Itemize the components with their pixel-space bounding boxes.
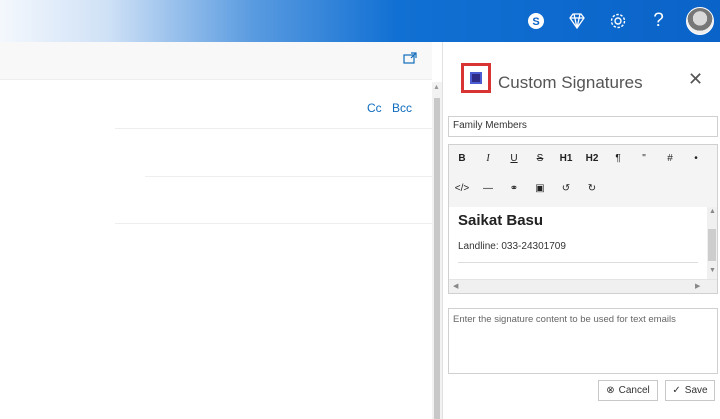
close-icon: ⊗ bbox=[606, 385, 615, 396]
editor-toolbar-row-2: </> — ⚭ ▣ ↺ ↻ bbox=[449, 175, 717, 201]
cancel-button[interactable]: ⊗ Cancel bbox=[598, 380, 658, 401]
scroll-down-icon[interactable]: ▼ bbox=[709, 267, 716, 274]
text-signature-field[interactable]: Enter the signature content to be used f… bbox=[448, 308, 718, 374]
skype-icon[interactable]: S bbox=[515, 0, 556, 42]
panel-title: Custom Signatures bbox=[498, 73, 643, 92]
editor-horizontal-scrollbar[interactable]: ◀ ▶ bbox=[449, 279, 717, 293]
undo-button[interactable]: ↺ bbox=[553, 183, 579, 194]
quote-button[interactable]: " bbox=[631, 153, 657, 164]
divider bbox=[115, 128, 432, 129]
avatar-button[interactable] bbox=[679, 0, 720, 42]
diamond-icon[interactable] bbox=[556, 0, 597, 42]
gear-icon[interactable] bbox=[597, 0, 638, 42]
bold-button[interactable]: B bbox=[449, 153, 475, 164]
custom-signatures-panel: Custom Signatures ✕ Family Members B I U… bbox=[442, 42, 720, 419]
cc-link[interactable]: Cc bbox=[367, 101, 382, 115]
top-bar: S ? bbox=[0, 0, 720, 42]
strikethrough-button[interactable]: S bbox=[527, 153, 553, 164]
scroll-right-icon[interactable]: ▶ bbox=[695, 282, 700, 290]
top-bar-icons: S ? bbox=[515, 0, 720, 42]
popout-icon[interactable] bbox=[403, 52, 417, 64]
image-button[interactable]: ▣ bbox=[527, 183, 553, 194]
check-icon: ✓ bbox=[672, 385, 681, 396]
avatar bbox=[685, 7, 714, 35]
compose-toolbar bbox=[0, 42, 432, 80]
code-button[interactable]: </> bbox=[449, 183, 475, 194]
signature-name-text: Saikat Basu bbox=[458, 212, 544, 229]
signature-app-logo bbox=[461, 63, 491, 93]
signature-content[interactable]: Saikat Basu Landline: 033-24301709 bbox=[449, 207, 707, 279]
heading1-button[interactable]: H1 bbox=[553, 153, 579, 164]
compose-scrollbar[interactable]: ▲ bbox=[432, 82, 442, 419]
signature-editor: B I U S H1 H2 ¶ " # • </> — ⚭ ▣ ↺ ↻ Saik… bbox=[448, 144, 718, 294]
divider bbox=[145, 176, 432, 177]
signature-name-field[interactable]: Family Members bbox=[448, 116, 718, 137]
bcc-link[interactable]: Bcc bbox=[392, 101, 412, 115]
cancel-label: Cancel bbox=[618, 385, 650, 396]
save-label: Save bbox=[684, 385, 708, 396]
scroll-up-icon[interactable]: ▲ bbox=[433, 84, 440, 91]
divider bbox=[115, 223, 432, 224]
close-icon[interactable]: ✕ bbox=[688, 70, 703, 88]
redo-button[interactable]: ↻ bbox=[579, 183, 605, 194]
italic-button[interactable]: I bbox=[475, 153, 501, 164]
help-icon[interactable]: ? bbox=[638, 0, 679, 42]
paragraph-button[interactable]: ¶ bbox=[605, 153, 631, 164]
editor-vertical-scrollbar[interactable]: ▲ ▼ bbox=[707, 207, 717, 279]
save-button[interactable]: ✓ Save bbox=[665, 380, 715, 401]
scrollbar-thumb[interactable] bbox=[434, 98, 440, 419]
scrollbar-thumb[interactable] bbox=[708, 229, 716, 261]
divider bbox=[458, 262, 698, 263]
signature-landline-text: Landline: 033-24301709 bbox=[458, 241, 566, 252]
number-button[interactable]: # bbox=[657, 153, 683, 164]
heading2-button[interactable]: H2 bbox=[579, 153, 605, 164]
scroll-up-icon[interactable]: ▲ bbox=[709, 208, 716, 215]
compose-area: Cc Bcc bbox=[0, 42, 432, 419]
svg-text:S: S bbox=[532, 16, 539, 28]
bullet-list-button[interactable]: • bbox=[683, 153, 709, 164]
editor-toolbar-row-1: B I U S H1 H2 ¶ " # • bbox=[449, 145, 717, 171]
scroll-left-icon[interactable]: ◀ bbox=[453, 282, 458, 290]
underline-button[interactable]: U bbox=[501, 153, 527, 164]
horizontal-rule-button[interactable]: — bbox=[475, 183, 501, 194]
link-button[interactable]: ⚭ bbox=[501, 183, 527, 194]
